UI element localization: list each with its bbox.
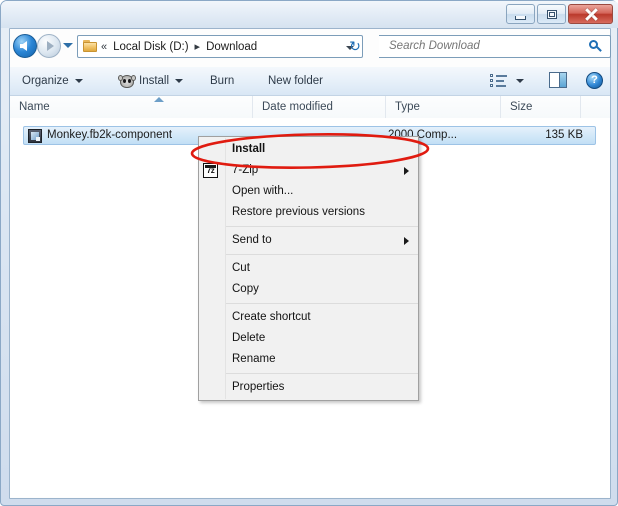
sort-ascending-icon xyxy=(154,97,164,102)
column-header-name[interactable]: Name xyxy=(10,96,253,118)
new-folder-label: New folder xyxy=(268,75,323,87)
breadcrumb-overflow-chevron[interactable]: « xyxy=(98,41,110,53)
view-chevron-down-icon[interactable] xyxy=(516,79,524,83)
context-menu-item-label: Copy xyxy=(232,283,259,295)
minimize-icon xyxy=(515,16,526,20)
explorer-window: « Local Disk (D:) ▸ Download ↻ Organize … xyxy=(0,0,618,506)
context-menu-item-install[interactable]: Install xyxy=(199,139,418,160)
install-toolbar-label: Install xyxy=(139,75,170,87)
refresh-button[interactable]: ↻ xyxy=(345,36,365,57)
maximize-button[interactable] xyxy=(537,4,566,24)
recent-pages-chevron-down-icon[interactable] xyxy=(63,43,73,48)
chevron-down-icon xyxy=(74,79,83,83)
search-input[interactable] xyxy=(387,39,581,53)
back-arrow-icon xyxy=(20,41,27,51)
context-menu-item-properties[interactable]: Properties xyxy=(199,377,418,398)
context-menu-separator xyxy=(226,303,418,304)
seven-zip-icon: 7z xyxy=(203,163,218,178)
breadcrumb-item-download[interactable]: Download xyxy=(203,40,260,54)
context-menu-separator xyxy=(226,226,418,227)
context-menu-item-label: 7-Zip xyxy=(232,164,259,176)
install-toolbar-button[interactable]: Install xyxy=(118,67,184,95)
context-menu-item-label: Properties xyxy=(232,381,285,393)
context-menu-item-open-with[interactable]: Open with... xyxy=(199,181,418,202)
context-menu-item-send-to[interactable]: Send to xyxy=(199,230,418,251)
context-menu-item-label: Open with... xyxy=(232,185,294,197)
chevron-down-icon xyxy=(175,79,184,83)
context-menu-item-label: Create shortcut xyxy=(232,311,311,323)
context-menu-item-copy[interactable]: Copy xyxy=(199,279,418,300)
breadcrumb-item-drive[interactable]: Local Disk (D:) xyxy=(110,40,191,54)
back-button[interactable] xyxy=(13,34,37,58)
command-toolbar: Organize Install Burn New folder ? xyxy=(10,67,610,96)
help-icon[interactable]: ? xyxy=(586,72,603,89)
submenu-arrow-icon xyxy=(404,167,409,175)
new-folder-button[interactable]: New folder xyxy=(268,67,323,95)
view-layout-icon[interactable] xyxy=(490,73,507,88)
column-header-blank[interactable] xyxy=(581,96,610,118)
context-menu-item-cut[interactable]: Cut xyxy=(199,258,418,279)
maximize-icon xyxy=(547,10,557,19)
burn-button[interactable]: Burn xyxy=(210,67,234,95)
context-menu-item-delete[interactable]: Delete xyxy=(199,328,418,349)
component-file-icon xyxy=(28,129,42,143)
forward-button[interactable] xyxy=(37,34,61,58)
address-bar[interactable]: « Local Disk (D:) ▸ Download xyxy=(77,35,363,58)
submenu-arrow-icon xyxy=(404,237,409,245)
context-menu-separator xyxy=(226,373,418,374)
minimize-button[interactable] xyxy=(506,4,535,24)
context-menu-item-label: Cut xyxy=(232,262,250,274)
title-bar xyxy=(1,1,618,28)
close-button[interactable] xyxy=(568,4,613,24)
context-menu-item-label: Send to xyxy=(232,234,272,246)
folder-icon xyxy=(83,40,98,53)
column-header-size[interactable]: Size xyxy=(501,96,581,118)
context-menu[interactable]: Install 7z 7-Zip Open with... Restore pr… xyxy=(198,136,419,401)
column-headers: Name Date modified Type Size xyxy=(10,96,610,119)
organize-label: Organize xyxy=(22,75,69,87)
breadcrumb-separator: ▸ xyxy=(194,41,201,53)
burn-label: Burn xyxy=(210,75,235,87)
organize-button[interactable]: Organize xyxy=(22,67,83,95)
context-menu-item-7-zip[interactable]: 7z 7-Zip xyxy=(199,160,418,181)
context-menu-item-label: Restore previous versions xyxy=(232,206,365,218)
context-menu-item-create-shortcut[interactable]: Create shortcut xyxy=(199,307,418,328)
column-header-type[interactable]: Type xyxy=(386,96,501,118)
address-bar-row: « Local Disk (D:) ▸ Download ↻ xyxy=(9,32,611,62)
column-header-date-modified[interactable]: Date modified xyxy=(253,96,386,118)
context-menu-item-label: Delete xyxy=(232,332,266,344)
context-menu-item-restore-previous-versions[interactable]: Restore previous versions xyxy=(199,202,418,223)
search-box[interactable] xyxy=(379,35,611,58)
file-size-cell: 135 KB xyxy=(545,129,583,141)
forward-arrow-icon xyxy=(47,41,54,51)
preview-pane-icon[interactable] xyxy=(549,72,567,88)
context-menu-item-rename[interactable]: Rename xyxy=(199,349,418,370)
context-menu-item-label: Rename xyxy=(232,353,276,365)
context-menu-separator xyxy=(226,254,418,255)
search-icon[interactable] xyxy=(589,40,603,54)
context-menu-item-label: Install xyxy=(232,143,266,155)
monkey-icon xyxy=(118,74,136,88)
file-name-cell: Monkey.fb2k-component xyxy=(47,129,173,141)
